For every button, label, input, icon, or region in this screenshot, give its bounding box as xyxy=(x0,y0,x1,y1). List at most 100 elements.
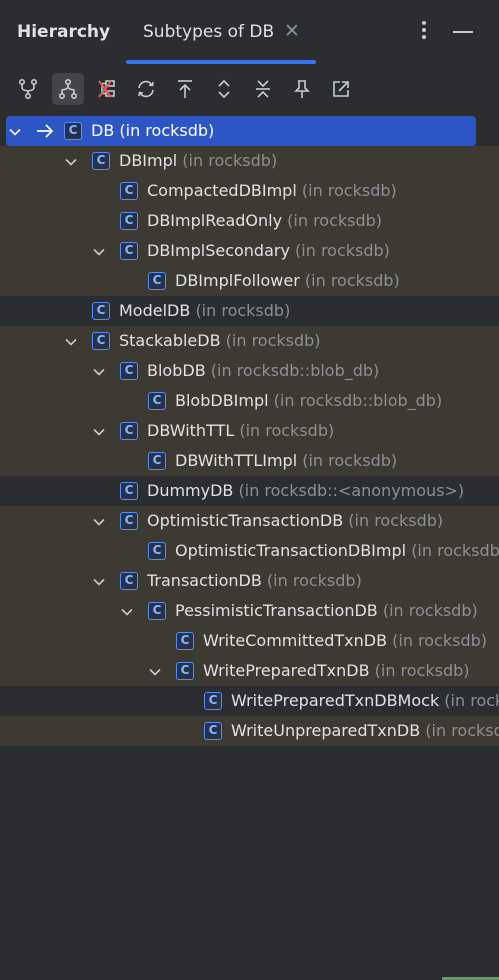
arrow-right-icon xyxy=(35,121,55,141)
class-namespace: (in rocksdb) xyxy=(119,121,215,140)
chevron-down-icon[interactable] xyxy=(92,514,106,528)
open-in-editor-button[interactable] xyxy=(325,73,357,105)
class-name: DBImpl xyxy=(119,151,178,170)
chevron-down-icon[interactable] xyxy=(92,574,106,588)
pin-icon xyxy=(294,80,310,98)
tab-label: Subtypes of DB xyxy=(143,22,275,42)
class-namespace: (in rocksdb) xyxy=(195,301,291,320)
class-namespace: (in rocksdb::<anonymous>) xyxy=(238,481,465,500)
tree-row-label: ModelDB (in rocksdb) xyxy=(119,301,290,321)
class-name: DBWithTTL xyxy=(147,421,235,440)
tree-row-label: DBWithTTL (in rocksdb) xyxy=(147,421,334,441)
class-namespace: (in rocksdb) xyxy=(225,331,321,350)
tree-row[interactable]: C BlobDBImpl (in rocksdb::blob_db) xyxy=(0,386,499,416)
class-name: ModelDB xyxy=(119,301,191,320)
chevron-down-icon[interactable] xyxy=(92,424,106,438)
tree-row-label: DB (in rocksdb) xyxy=(91,121,214,141)
chevron-down-icon[interactable] xyxy=(148,664,162,678)
hierarchy-toolbar xyxy=(0,64,499,114)
class-icon: C xyxy=(176,632,194,650)
pin-tab-button[interactable] xyxy=(286,73,318,105)
class-icon: C xyxy=(120,362,138,380)
tree-row-label: DummyDB (in rocksdb::<anonymous>) xyxy=(147,481,464,501)
tree-row[interactable]: C DBImplReadOnly (in rocksdb) xyxy=(0,206,499,236)
exclude-class-button[interactable] xyxy=(91,73,123,105)
class-name: OptimisticTransactionDB xyxy=(147,511,344,530)
tree-row[interactable]: C DBWithTTL (in rocksdb) xyxy=(0,416,499,446)
class-icon: C xyxy=(120,242,138,260)
class-name: DBImplReadOnly xyxy=(147,211,283,230)
tree-row[interactable]: C DBImpl (in rocksdb) xyxy=(0,146,499,176)
class-namespace: (in rocksdb) xyxy=(266,571,362,590)
tree-row-label: PessimisticTransactionDB (in rocksdb) xyxy=(175,601,478,621)
collapse-all-button[interactable] xyxy=(247,73,279,105)
hierarchy-tree: C DB (in rocksdb) C DBImpl (in rocksdb) C Com… xyxy=(0,116,499,746)
close-icon[interactable]: ✕ xyxy=(284,20,300,42)
tree-row-label: TransactionDB (in rocksdb) xyxy=(147,571,362,591)
chevron-down-icon[interactable] xyxy=(64,334,78,348)
minimize-icon[interactable] xyxy=(453,31,473,33)
tree-row-label: WritePreparedTxnDBMock (in rocksdb) xyxy=(231,691,499,711)
tree-row[interactable]: C StackableDB (in rocksdb) xyxy=(0,326,499,356)
class-icon: C xyxy=(148,542,166,560)
expand-all-button[interactable] xyxy=(208,73,240,105)
panel-title: Hierarchy xyxy=(17,22,111,42)
tree-row[interactable]: C PessimisticTransactionDB (in rocksdb) xyxy=(0,596,499,626)
expand-all-icon xyxy=(218,79,230,99)
supertypes-icon xyxy=(18,78,38,100)
class-namespace: (in rocksdb) xyxy=(444,691,499,710)
tree-row-label: WriteCommittedTxnDB (in rocksdb) xyxy=(203,631,487,651)
class-namespace: (in rocksdb) xyxy=(295,241,390,260)
chevron-down-icon[interactable] xyxy=(64,154,78,168)
tree-row[interactable]: C DummyDB (in rocksdb::<anonymous>) xyxy=(0,476,499,506)
tree-row-label: WritePreparedTxnDB (in rocksdb) xyxy=(203,661,470,681)
tree-row[interactable]: C WriteCommittedTxnDB (in rocksdb) xyxy=(0,626,499,656)
tree-row[interactable]: C OptimisticTransactionDB (in rocksdb) xyxy=(0,506,499,536)
chevron-down-icon[interactable] xyxy=(120,604,134,618)
class-icon: C xyxy=(120,422,138,440)
chevron-down-icon[interactable] xyxy=(92,244,106,258)
tree-row[interactable]: C BlobDB (in rocksdb::blob_db) xyxy=(0,356,499,386)
tree-row[interactable]: C ModelDB (in rocksdb) xyxy=(0,296,499,326)
tree-row[interactable]: C DB (in rocksdb) xyxy=(0,116,499,146)
class-name: DummyDB xyxy=(147,481,234,500)
tree-row[interactable]: C DBImplFollower (in rocksdb) xyxy=(0,266,499,296)
tree-row-label: WriteUnpreparedTxnDB (in rocksdb) xyxy=(231,721,499,741)
class-icon: C xyxy=(148,602,166,620)
base-on-this-class-button[interactable] xyxy=(169,73,201,105)
class-name: DBImplSecondary xyxy=(147,241,290,260)
tree-row[interactable]: C WriteUnpreparedTxnDB (in rocksdb) xyxy=(0,716,499,746)
class-namespace: (in rocksdb) xyxy=(239,421,335,440)
class-name: WriteCommittedTxnDB xyxy=(203,631,388,650)
tree-row[interactable]: C CompactedDBImpl (in rocksdb) xyxy=(0,176,499,206)
tree-row-label: DBImplSecondary (in rocksdb) xyxy=(147,241,390,261)
tree-row[interactable]: C WritePreparedTxnDBMock (in rocksdb) xyxy=(0,686,499,716)
collapse-all-icon xyxy=(256,80,270,98)
tree-row-label: BlobDB (in rocksdb::blob_db) xyxy=(147,361,379,381)
class-name: CompactedDBImpl xyxy=(147,181,297,200)
refresh-button[interactable] xyxy=(130,73,162,105)
export-icon xyxy=(333,81,349,97)
class-namespace: (in rocksdb) xyxy=(348,511,444,530)
chevron-down-icon[interactable] xyxy=(8,124,22,138)
subtypes-icon xyxy=(58,78,78,100)
tree-row-label: CompactedDBImpl (in rocksdb) xyxy=(147,181,397,201)
more-vertical-icon[interactable] xyxy=(416,18,432,46)
tab-subtypes-of-db[interactable]: Subtypes of DB ✕ xyxy=(126,0,316,64)
refresh-icon xyxy=(138,80,154,98)
class-name: DBWithTTLImpl xyxy=(175,451,298,470)
tree-row[interactable]: C DBWithTTLImpl (in rocksdb) xyxy=(0,446,499,476)
tree-row[interactable]: C WritePreparedTxnDB (in rocksdb) xyxy=(0,656,499,686)
tree-row[interactable]: C OptimisticTransactionDBImpl (in rocksdb… xyxy=(0,536,499,566)
tree-row[interactable]: C DBImplSecondary (in rocksdb) xyxy=(0,236,499,266)
base-on-this-icon xyxy=(178,80,192,98)
class-namespace: (in rocksdb::blob_db) xyxy=(210,361,380,380)
chevron-down-icon[interactable] xyxy=(92,364,106,378)
class-icon: C xyxy=(120,512,138,530)
subtypes-hierarchy-button[interactable] xyxy=(52,73,84,105)
supertypes-hierarchy-button[interactable] xyxy=(12,73,44,105)
tree-row-label: DBImplFollower (in rocksdb) xyxy=(175,271,400,291)
tree-row-label: OptimisticTransactionDBImpl (in rocksdb) xyxy=(175,541,499,561)
class-namespace: (in rocksdb) xyxy=(392,631,488,650)
tree-row[interactable]: C TransactionDB (in rocksdb) xyxy=(0,566,499,596)
